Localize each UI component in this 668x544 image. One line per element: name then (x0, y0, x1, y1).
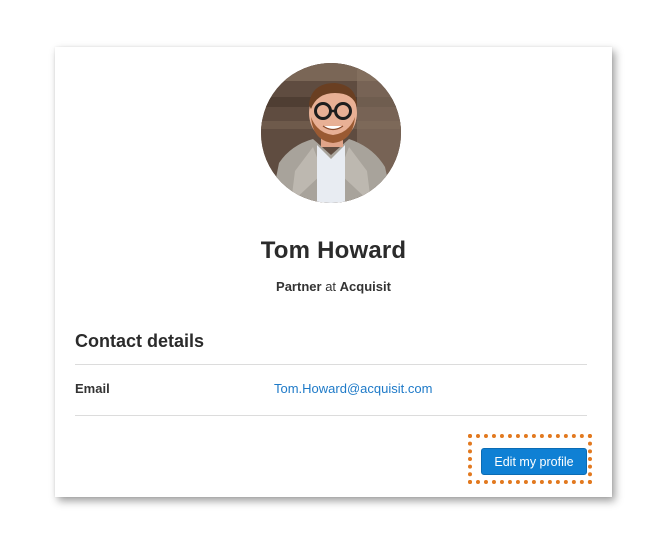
avatar-photo (261, 63, 401, 203)
profile-company: Acquisit (339, 279, 391, 294)
profile-connector: at (325, 279, 337, 294)
divider (75, 415, 587, 416)
profile-card: Tom Howard Partner at Acquisit Contact d… (55, 47, 612, 497)
profile-role: Partner (276, 279, 322, 294)
profile-name: Tom Howard (260, 237, 407, 264)
avatar (261, 63, 401, 203)
edit-profile-button[interactable]: Edit my profile (481, 448, 587, 475)
contact-details-heading: Contact details (75, 331, 205, 351)
page: Tom Howard Partner at Acquisit Contact d… (0, 0, 668, 544)
profile-subtitle: Partner at Acquisit (55, 279, 612, 294)
email-link[interactable]: Tom.Howard@acquisit.com (274, 381, 432, 396)
email-label: Email (75, 381, 110, 396)
divider (75, 364, 587, 365)
